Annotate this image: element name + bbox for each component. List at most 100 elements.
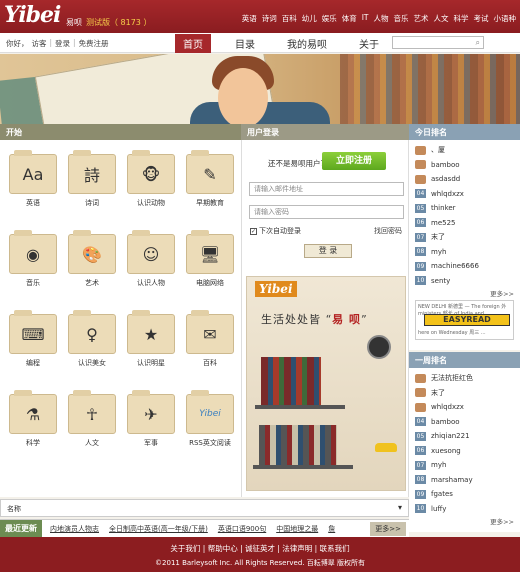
category-tile[interactable]: 🎨 艺术 — [63, 224, 121, 302]
category-link[interactable]: 英语 — [242, 13, 257, 24]
rank-item[interactable]: 末了 — [409, 386, 520, 401]
nav-catalog[interactable]: 目录 — [227, 34, 263, 53]
category-tile[interactable]: ⚗ 科学 — [4, 384, 62, 462]
category-tile[interactable]: 🐵 认识动物 — [122, 144, 180, 222]
chalkboard-icon[interactable]: ✎ — [186, 150, 234, 194]
rank-item[interactable]: 07 myh — [409, 458, 520, 473]
rank-username[interactable]: myh — [431, 248, 446, 256]
rank-item[interactable]: 09 machine6666 — [409, 259, 520, 274]
category-tile[interactable]: ◉ 音乐 — [4, 224, 62, 302]
art-icon[interactable]: 🎨 — [68, 230, 116, 274]
rank-username[interactable]: xuesong — [431, 447, 461, 455]
register-button[interactable]: 立即注册 — [322, 152, 386, 170]
rank-username[interactable]: fgates — [431, 490, 453, 498]
rank-username[interactable]: 无法抗拒红色 — [431, 373, 473, 383]
rank-username[interactable]: thinker — [431, 204, 456, 212]
login-button[interactable]: 登 录 — [304, 244, 352, 258]
dictionary-icon[interactable]: Aa — [9, 150, 57, 194]
category-tile[interactable]: ✉ 百科 — [181, 304, 239, 382]
category-link[interactable]: 娱乐 — [322, 13, 337, 24]
rank-item[interactable]: 04 bamboo — [409, 415, 520, 430]
category-tile[interactable]: 🖥 电脑网络 — [181, 224, 239, 302]
rank-item[interactable]: 05 thinker — [409, 201, 520, 216]
category-tile[interactable]: Aa 英语 — [4, 144, 62, 222]
search-icon[interactable]: ⌕ — [476, 38, 480, 48]
category-link[interactable]: IT — [362, 13, 369, 24]
rank-item[interactable]: 10 senty — [409, 274, 520, 289]
rank-username[interactable]: bamboo — [431, 161, 460, 169]
promo-image[interactable]: Yibei 生活处处皆 “易 呗” — [246, 276, 406, 491]
category-link[interactable]: 诗词 — [262, 13, 277, 24]
rank-username[interactable]: 、厦 — [431, 145, 445, 155]
news-link[interactable]: 全日制高中英语(高一年级/下册) — [109, 524, 208, 534]
rank-username[interactable]: machine6666 — [431, 262, 479, 270]
rank-item[interactable]: 06 xuesong — [409, 444, 520, 459]
register-link[interactable]: 免费注册 — [79, 38, 109, 49]
category-link[interactable]: 幼儿 — [302, 13, 317, 24]
category-link[interactable]: 体育 — [342, 13, 357, 24]
rank-item[interactable]: 无法抗拒红色 — [409, 371, 520, 386]
category-link[interactable]: 人文 — [434, 13, 449, 24]
nav-home[interactable]: 首页 — [175, 34, 211, 53]
forgot-password-link[interactable]: 找回密码 — [374, 226, 402, 236]
site-logo[interactable]: Yibei — [4, 2, 61, 28]
rank-username[interactable]: me525 — [431, 219, 456, 227]
rank-username[interactable]: zhiqian221 — [431, 432, 470, 440]
encyclopedia-icon[interactable]: ✉ — [186, 310, 234, 354]
chevron-down-icon[interactable]: ▾ — [398, 503, 402, 512]
rank-username[interactable]: bamboo — [431, 418, 460, 426]
rank-username[interactable]: 末了 — [431, 232, 445, 242]
category-tile[interactable]: ⌨ 编程 — [4, 304, 62, 382]
category-link[interactable]: 考试 — [474, 13, 489, 24]
name-select[interactable]: 名称 ▾ — [0, 499, 409, 517]
rss-icon[interactable]: Yibei — [186, 390, 234, 434]
category-link[interactable]: 音乐 — [394, 13, 409, 24]
search-input[interactable]: ⌕ — [392, 36, 484, 49]
category-link[interactable]: 科学 — [454, 13, 469, 24]
login-link[interactable]: 登录 — [55, 38, 70, 49]
record-icon[interactable]: ◉ — [9, 230, 57, 274]
category-tile[interactable]: ✎ 早期教育 — [181, 144, 239, 222]
rank-username[interactable]: 末了 — [431, 388, 445, 398]
woman-icon[interactable]: ♀ — [68, 310, 116, 354]
rank-username[interactable]: senty — [431, 277, 450, 285]
book-icon[interactable]: 詩 — [68, 150, 116, 194]
nav-about[interactable]: 关于 — [351, 34, 387, 53]
monkey-icon[interactable]: 🐵 — [127, 150, 175, 194]
visitor-link[interactable]: 访客 — [32, 38, 47, 49]
rank-item[interactable]: 05 zhiqian221 — [409, 429, 520, 444]
computer-icon[interactable]: 🖥 — [186, 230, 234, 274]
star-icon[interactable]: ★ — [127, 310, 175, 354]
statue-icon[interactable]: ☥ — [68, 390, 116, 434]
category-link[interactable]: 百科 — [282, 13, 297, 24]
rank-item[interactable]: 06 me525 — [409, 216, 520, 231]
category-tile[interactable]: Yibei RSS英文阅读 — [181, 384, 239, 462]
rank-username[interactable]: marshamay — [431, 476, 473, 484]
category-link[interactable]: 人物 — [374, 13, 389, 24]
rank-item[interactable]: bamboo — [409, 158, 520, 173]
code-icon[interactable]: ⌨ — [9, 310, 57, 354]
rank-username[interactable]: asdasdd — [431, 175, 460, 183]
news-link[interactable]: 中国地理之最 — [276, 524, 318, 534]
rank-item[interactable]: 、厦 — [409, 143, 520, 158]
rank-item[interactable]: 04 whlqdxzx — [409, 187, 520, 202]
password-field[interactable]: 请输入密码 — [249, 205, 404, 219]
category-tile[interactable]: ♀ 认识美女 — [63, 304, 121, 382]
news-link[interactable]: 内地演员人物志 — [50, 524, 99, 534]
rank-username[interactable]: myh — [431, 461, 446, 469]
rank-item[interactable]: asdasdd — [409, 172, 520, 187]
latest-more-link[interactable]: 更多>> — [370, 521, 406, 536]
footer-links[interactable]: 关于我们 | 帮助中心 | 诚征英才 | 法律声明 | 联系我们 — [0, 543, 520, 554]
rank-item[interactable]: 08 marshamay — [409, 473, 520, 488]
email-field[interactable]: 请输入邮件地址 — [249, 182, 404, 196]
category-tile[interactable]: ☥ 人文 — [63, 384, 121, 462]
category-tile[interactable]: ★ 认识明星 — [122, 304, 180, 382]
easyread-ad[interactable]: NEW DELHI 新德里 — The foreign 外 ministers … — [415, 300, 514, 340]
category-link[interactable]: 小语种 — [494, 13, 517, 24]
science-icon[interactable]: ⚗ — [9, 390, 57, 434]
rank-item[interactable]: 09 fgates — [409, 487, 520, 502]
rank-item[interactable]: 10 luffy — [409, 502, 520, 517]
auto-login-checkbox[interactable]: ✓ — [250, 227, 257, 235]
nav-my-yibei[interactable]: 我的易呗 — [279, 34, 335, 53]
person-icon[interactable]: ☺ — [127, 230, 175, 274]
